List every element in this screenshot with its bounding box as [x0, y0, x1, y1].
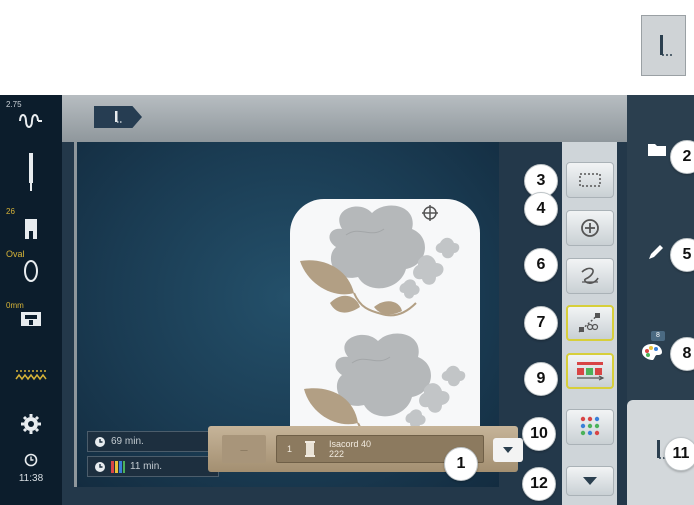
total-time: 69 min. — [111, 436, 144, 447]
presser-foot-corner-button[interactable] — [641, 15, 686, 76]
stitch-pattern-icon — [15, 370, 47, 381]
dropdown-arrow-icon — [503, 447, 513, 453]
sidebar-item-stitch[interactable] — [0, 367, 62, 383]
presser-foot-tab-icon — [115, 111, 123, 123]
needle-icon — [29, 153, 33, 191]
callout-7: 7 — [524, 306, 558, 340]
clock-time: 11:38 — [18, 473, 44, 484]
color-time: 11 min. — [130, 461, 163, 472]
thread-cut-icon — [578, 313, 600, 333]
sidebar-item-settings[interactable] — [0, 413, 62, 435]
crosshair-icon — [581, 219, 599, 237]
thread-tension-value: 2.75 — [6, 100, 22, 109]
callout-1: 1 — [444, 447, 478, 481]
color-bars-icon — [111, 460, 125, 473]
thread-code: 222 — [329, 449, 345, 459]
embroidery-screen: 2.75 26 Oval 0mm 11:38 69 min. 11 min. –… — [0, 0, 694, 505]
sidebar-item-hoop[interactable] — [0, 259, 62, 283]
crosshair-marker — [422, 205, 438, 221]
main-header — [62, 95, 627, 142]
clock-icon — [24, 453, 38, 467]
sidebar-item-feed-dog[interactable] — [0, 311, 62, 327]
hoop-outline-button[interactable] — [566, 162, 614, 198]
center-crosshair-button[interactable] — [566, 210, 614, 246]
color-number: 1 — [287, 444, 293, 454]
presser-foot-number: 26 — [6, 207, 15, 216]
total-time-box: 69 min. — [87, 431, 219, 452]
pencil-icon — [649, 245, 663, 259]
color-count-badge: 8 — [651, 331, 665, 341]
callout-11: 11 — [664, 437, 694, 471]
settings-gear-icon — [21, 414, 41, 434]
color-palette-button[interactable] — [641, 343, 663, 366]
hoop-label: Oval — [6, 249, 25, 259]
clock-icon — [95, 436, 105, 447]
color-order-button[interactable] — [566, 353, 614, 389]
sidebar-item-clock — [0, 453, 62, 467]
connect-stitch-icon — [581, 267, 599, 285]
open-file-button[interactable] — [647, 141, 667, 162]
spool-icon — [305, 441, 315, 457]
sidebar-item-needle[interactable] — [0, 153, 62, 191]
clock-icon — [95, 461, 105, 472]
callout-4: 4 — [524, 192, 558, 226]
color-order-icon — [577, 362, 605, 381]
callout-12: 12 — [522, 467, 556, 501]
color-grid-button[interactable] — [566, 409, 614, 445]
presser-foot-tab[interactable] — [94, 106, 142, 128]
color-palette-icon — [642, 344, 662, 360]
left-sidebar: 2.75 26 Oval 0mm 11:38 — [0, 95, 62, 505]
color-time-box: 11 min. — [87, 456, 219, 477]
color-dropdown-button[interactable] — [493, 438, 523, 462]
embroidery-foot-icon — [25, 219, 37, 239]
oval-hoop-icon — [24, 260, 38, 282]
color-grid-icon — [580, 416, 600, 436]
thread-tension-icon — [19, 114, 42, 128]
hoop-outline-icon — [579, 173, 601, 187]
callout-9: 9 — [524, 362, 558, 396]
callout-6: 6 — [524, 248, 558, 282]
previous-color-button[interactable]: – — [222, 435, 266, 463]
edit-button[interactable] — [647, 243, 665, 266]
scroll-down-button[interactable] — [566, 466, 614, 496]
folder-icon — [648, 144, 666, 156]
feed-dog-label: 0mm — [6, 301, 24, 310]
callout-10: 10 — [522, 417, 556, 451]
thread-cut-button[interactable] — [566, 305, 614, 341]
feed-dog-icon — [21, 312, 41, 326]
sidebar-item-tension[interactable] — [0, 109, 62, 131]
presser-foot-icon — [659, 34, 672, 56]
connect-stitch-button[interactable] — [566, 258, 614, 294]
sidebar-item-presser-foot[interactable] — [0, 217, 62, 241]
scroll-down-icon — [583, 477, 597, 485]
thread-brand: Isacord 40 — [329, 439, 372, 449]
